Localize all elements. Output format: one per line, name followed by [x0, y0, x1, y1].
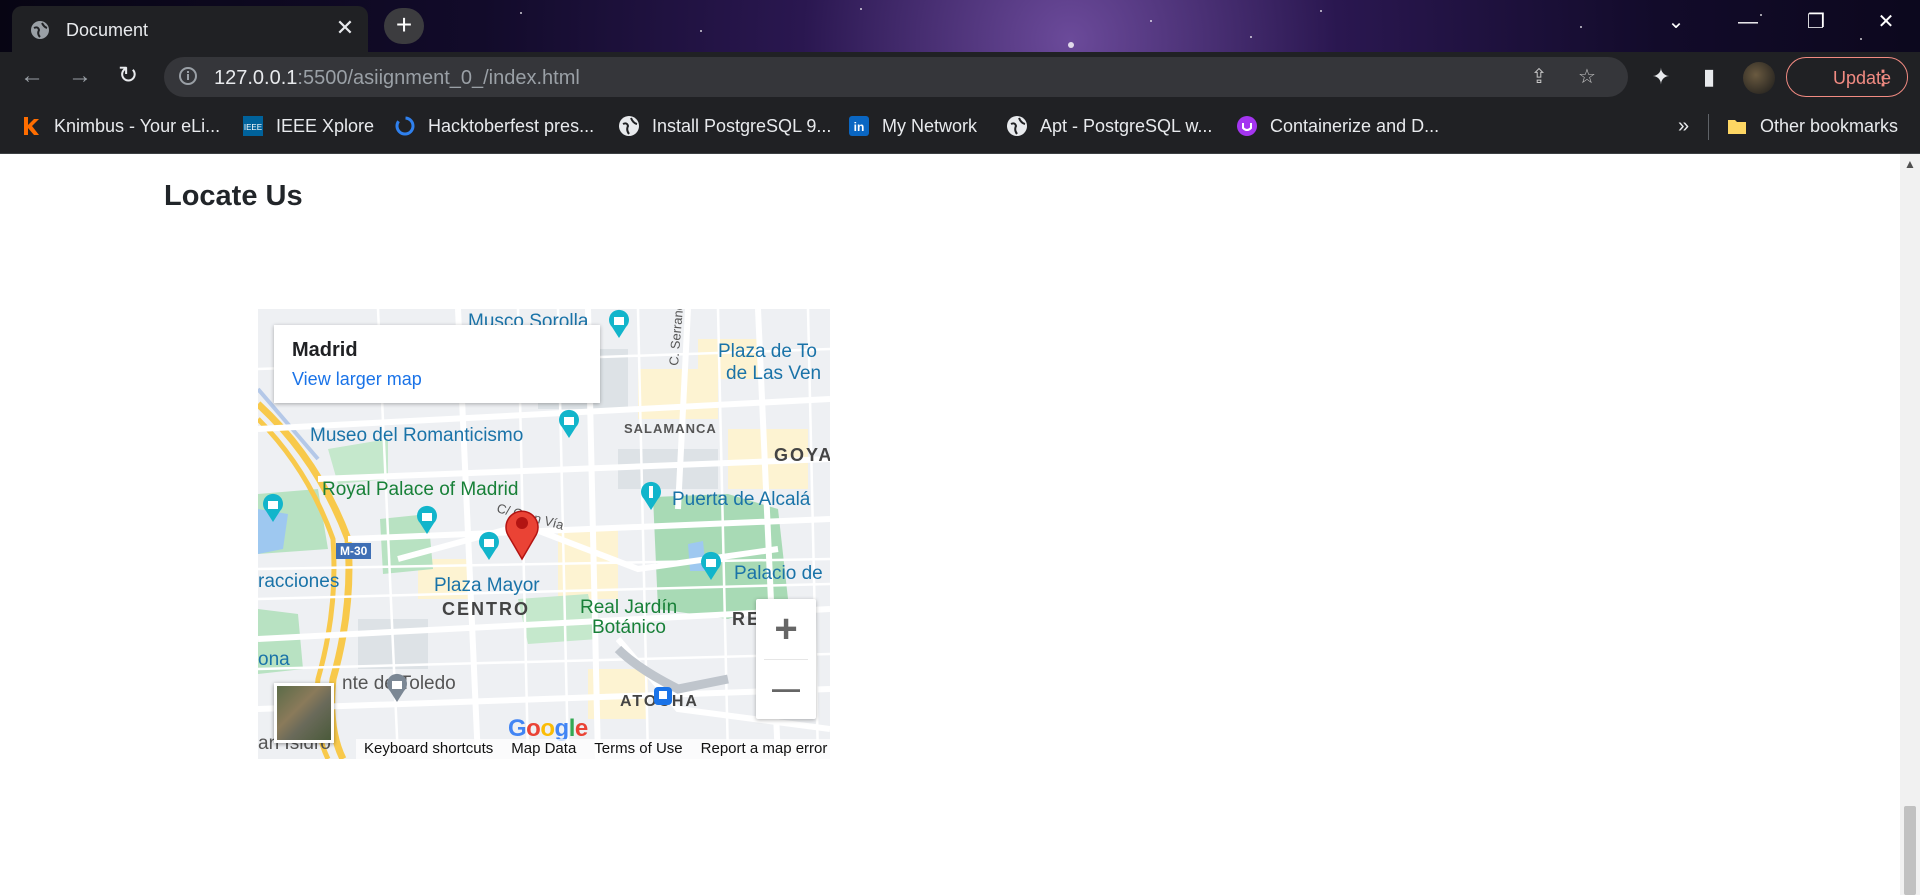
- location-pin-icon[interactable]: [502, 505, 542, 561]
- menu-dots-icon[interactable]: ⋮: [1873, 58, 1893, 98]
- knimbus-icon: [24, 117, 39, 135]
- bookmarks-divider: [1708, 114, 1709, 140]
- forward-icon[interactable]: →: [64, 60, 96, 92]
- map-label-real-jardin: Real Jardín: [580, 597, 678, 618]
- hacktoberfest-icon: [395, 116, 415, 136]
- udemy-icon: [1237, 116, 1257, 136]
- folder-icon: [1728, 120, 1746, 134]
- zoom-out-button[interactable]: —: [756, 659, 816, 719]
- globe-icon: [1007, 116, 1027, 136]
- bookmark-my-network[interactable]: in My Network: [848, 114, 977, 138]
- close-tab-icon[interactable]: ✕: [334, 17, 356, 39]
- update-button[interactable]: Update ⋮: [1786, 57, 1908, 97]
- keyboard-shortcuts-link[interactable]: Keyboard shortcuts: [364, 739, 493, 759]
- back-icon[interactable]: ←: [16, 60, 48, 92]
- page-scrollbar[interactable]: ▲: [1900, 154, 1920, 895]
- side-panel-icon[interactable]: ▮: [1696, 64, 1722, 90]
- minimize-button[interactable]: —: [1714, 0, 1782, 44]
- place-info-card: Madrid View larger map: [274, 325, 600, 403]
- bookmark-ieee[interactable]: IEEE IEEE Xplore: [242, 114, 374, 138]
- star-icon[interactable]: ☆: [1576, 66, 1598, 88]
- globe-icon: [31, 21, 49, 39]
- bridge-poi-icon[interactable]: [382, 673, 412, 703]
- bookmark-apt-postgresql[interactable]: Apt - PostgreSQL w...: [1006, 114, 1212, 138]
- view-larger-map-link[interactable]: View larger map: [292, 369, 422, 390]
- share-icon[interactable]: ⇪: [1528, 66, 1550, 88]
- map-label-ona: ona: [258, 649, 290, 670]
- restore-button[interactable]: ❐: [1782, 0, 1850, 44]
- map-label-palacio: Palacio de: [734, 563, 823, 584]
- bookmark-install-postgresql[interactable]: Install PostgreSQL 9...: [618, 114, 831, 138]
- map-attribution-bar: Keyboard shortcuts Map Data Terms of Use…: [356, 739, 830, 759]
- palace-poi-icon[interactable]: [412, 505, 442, 535]
- map-data-link[interactable]: Map Data: [511, 739, 576, 759]
- train-station-icon[interactable]: [652, 685, 674, 707]
- place-name: Madrid: [292, 339, 358, 361]
- map-label-centro: CENTRO: [442, 599, 530, 619]
- page-title: Locate Us: [164, 180, 303, 212]
- bookmark-knimbus[interactable]: Knimbus - Your eLi...: [20, 114, 220, 138]
- svg-text:in: in: [854, 120, 865, 134]
- address-bar[interactable]: 127.0.0.1:5500/asiignment_0_/index.html …: [164, 57, 1628, 97]
- map-label-museo-romanticismo: Museo del Romanticismo: [310, 425, 524, 446]
- map-label-racciones: racciones: [258, 571, 340, 592]
- map-label-botanico: Botánico: [592, 617, 666, 638]
- reload-icon[interactable]: ↻: [112, 60, 144, 92]
- museum-poi-icon[interactable]: [604, 309, 634, 339]
- museum-poi-icon[interactable]: [696, 551, 726, 581]
- map-label-plaza-toros: Plaza de To: [718, 341, 817, 362]
- extensions-icon[interactable]: ✦: [1648, 64, 1674, 90]
- embedded-map[interactable]: Musco Sorolla Plaza de To de Las Ven C. …: [258, 309, 830, 759]
- scrollbar-thumb[interactable]: [1904, 806, 1916, 895]
- plaza-poi-icon[interactable]: [474, 531, 504, 561]
- scroll-up-arrow-icon[interactable]: ▲: [1900, 154, 1920, 174]
- terms-of-use-link[interactable]: Terms of Use: [594, 739, 682, 759]
- map-label-de-las-ventas: de Las Ven: [726, 363, 822, 384]
- browser-titlebar: Document ✕ + ⌄ — ❐ ✕: [0, 0, 1920, 52]
- info-icon[interactable]: [178, 66, 198, 86]
- bookmark-containerize[interactable]: Containerize and D...: [1236, 114, 1439, 138]
- satellite-toggle-button[interactable]: [274, 683, 334, 743]
- other-bookmarks[interactable]: Other bookmarks: [1726, 114, 1898, 138]
- svg-text:IEEE: IEEE: [244, 123, 262, 132]
- zoom-controls: + —: [756, 599, 816, 719]
- museum-poi-icon[interactable]: [554, 409, 584, 439]
- page-content: Locate Us Musco Sorolla Plaza de To de L…: [0, 154, 1900, 895]
- profile-avatar[interactable]: [1743, 62, 1775, 94]
- map-label-plaza-mayor: Plaza Mayor: [434, 575, 540, 596]
- map-label-salamanca: SALAMANCA: [624, 421, 717, 436]
- new-tab-button[interactable]: +: [384, 8, 424, 44]
- url-text: 127.0.0.1:5500/asiignment_0_/index.html: [214, 67, 580, 89]
- close-window-button[interactable]: ✕: [1852, 0, 1920, 44]
- monument-poi-icon[interactable]: [636, 481, 666, 511]
- globe-icon: [619, 116, 639, 136]
- zoom-in-button[interactable]: +: [756, 599, 816, 659]
- more-bookmarks-button[interactable]: »: [1678, 114, 1689, 138]
- map-label-puerta-alcala: Puerta de Alcalá: [672, 489, 811, 510]
- map-label-goya: GOYA: [774, 445, 830, 465]
- bookmarks-bar: Knimbus - Your eLi... IEEE IEEE Xplore H…: [0, 100, 1920, 154]
- report-map-error-link[interactable]: Report a map error: [701, 739, 828, 759]
- castle-poi-icon[interactable]: [258, 493, 288, 523]
- linkedin-icon: in: [849, 116, 869, 136]
- map-label-m30: M-30: [336, 543, 372, 559]
- map-label-royal-palace: Royal Palace of Madrid: [322, 479, 519, 500]
- ieee-icon: IEEE: [243, 116, 263, 136]
- tab-search-icon[interactable]: ⌄: [1642, 0, 1710, 44]
- bookmark-hacktoberfest[interactable]: Hacktoberfest pres...: [394, 114, 594, 138]
- tab-document[interactable]: Document ✕: [12, 6, 368, 52]
- tab-title: Document: [66, 20, 149, 40]
